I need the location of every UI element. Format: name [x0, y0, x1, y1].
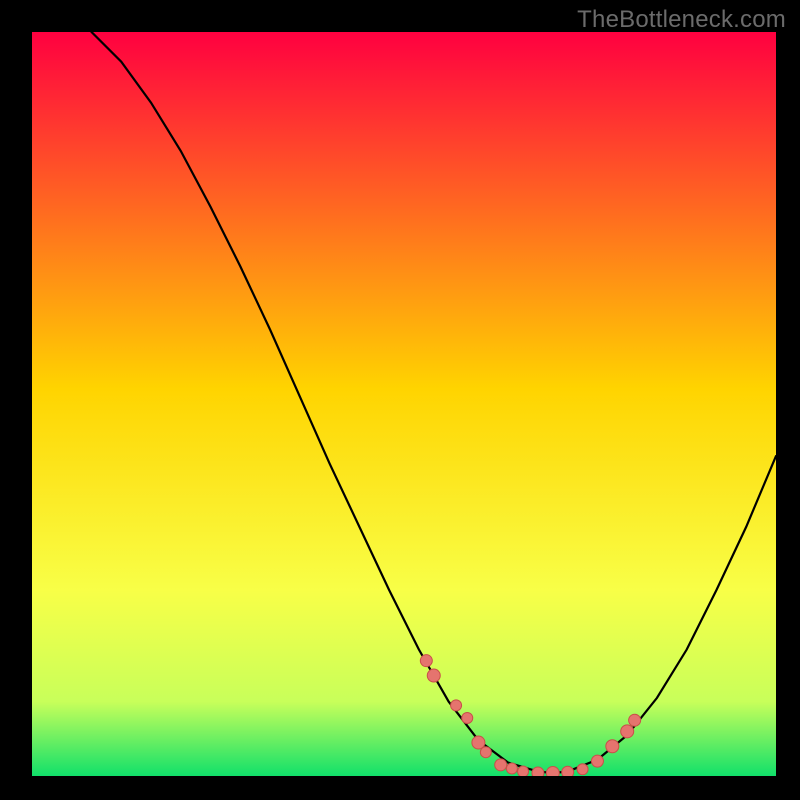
- bottleneck-chart: [32, 32, 776, 776]
- gradient-background: [32, 32, 776, 776]
- data-point: [506, 763, 517, 774]
- data-point: [591, 755, 603, 767]
- data-point: [420, 655, 432, 667]
- data-point: [606, 740, 619, 753]
- data-point: [518, 766, 529, 776]
- data-point: [577, 764, 588, 775]
- data-point: [629, 714, 641, 726]
- data-point: [532, 767, 544, 776]
- watermark-label: TheBottleneck.com: [577, 6, 786, 34]
- data-point: [480, 747, 491, 758]
- data-point: [427, 669, 440, 682]
- data-point: [462, 712, 473, 723]
- data-point: [495, 759, 507, 771]
- data-point: [621, 725, 634, 738]
- data-point: [451, 700, 462, 711]
- data-point: [546, 767, 559, 776]
- data-point: [562, 766, 574, 776]
